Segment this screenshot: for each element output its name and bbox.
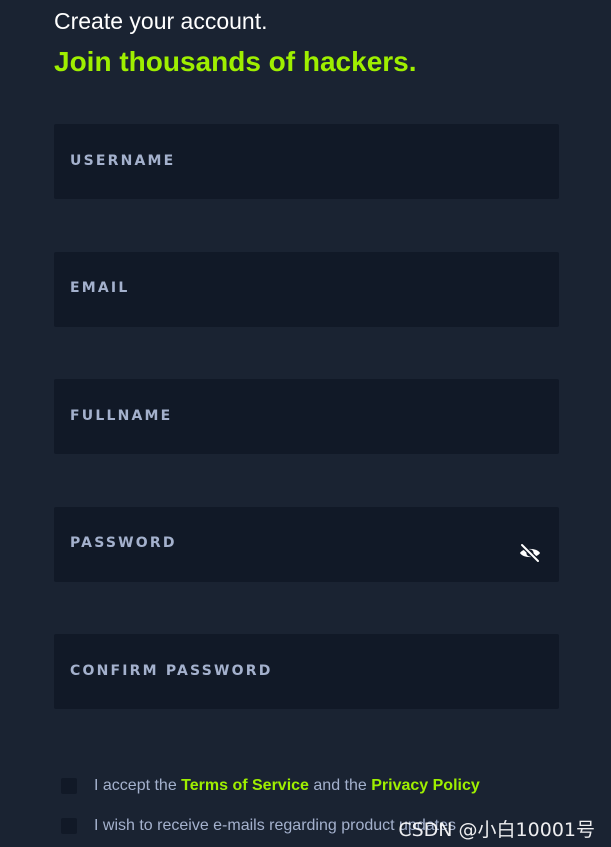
email-input[interactable]: [70, 297, 543, 319]
terms-of-service-link[interactable]: Terms of Service: [181, 777, 309, 794]
confirm-password-field[interactable]: CONFIRM PASSWORD: [54, 634, 559, 709]
terms-row: I accept the Terms of Service and the Pr…: [61, 776, 480, 796]
email-field[interactable]: EMAIL: [54, 252, 559, 327]
username-label: USERNAME: [70, 153, 176, 169]
password-input[interactable]: [70, 552, 511, 574]
signup-page: Create your account. Join thousands of h…: [0, 0, 611, 847]
password-label: PASSWORD: [70, 535, 177, 551]
username-input[interactable]: [70, 169, 543, 191]
username-field[interactable]: USERNAME: [54, 124, 559, 199]
watermark: CSDN @小白10001号: [398, 819, 595, 841]
confirm-password-label: CONFIRM PASSWORD: [70, 663, 273, 679]
password-field[interactable]: PASSWORD: [54, 507, 559, 582]
fullname-input[interactable]: [70, 424, 543, 446]
privacy-policy-link[interactable]: Privacy Policy: [371, 777, 480, 794]
email-label: EMAIL: [70, 280, 130, 296]
fullname-label: FULLNAME: [70, 408, 173, 424]
page-title: Create your account.: [54, 8, 268, 34]
terms-middle: and the: [313, 777, 367, 794]
email-updates-row: I wish to receive e-mails regarding prod…: [61, 816, 456, 836]
fullname-field[interactable]: FULLNAME: [54, 379, 559, 454]
terms-checkbox[interactable]: [61, 778, 77, 794]
email-updates-checkbox[interactable]: [61, 818, 77, 834]
page-subtitle: Join thousands of hackers.: [54, 46, 417, 77]
eye-slash-icon[interactable]: [518, 541, 542, 565]
terms-text: I accept the Terms of Service and the Pr…: [94, 777, 480, 795]
terms-prefix: I accept the: [94, 777, 177, 794]
confirm-password-input[interactable]: [70, 679, 543, 701]
